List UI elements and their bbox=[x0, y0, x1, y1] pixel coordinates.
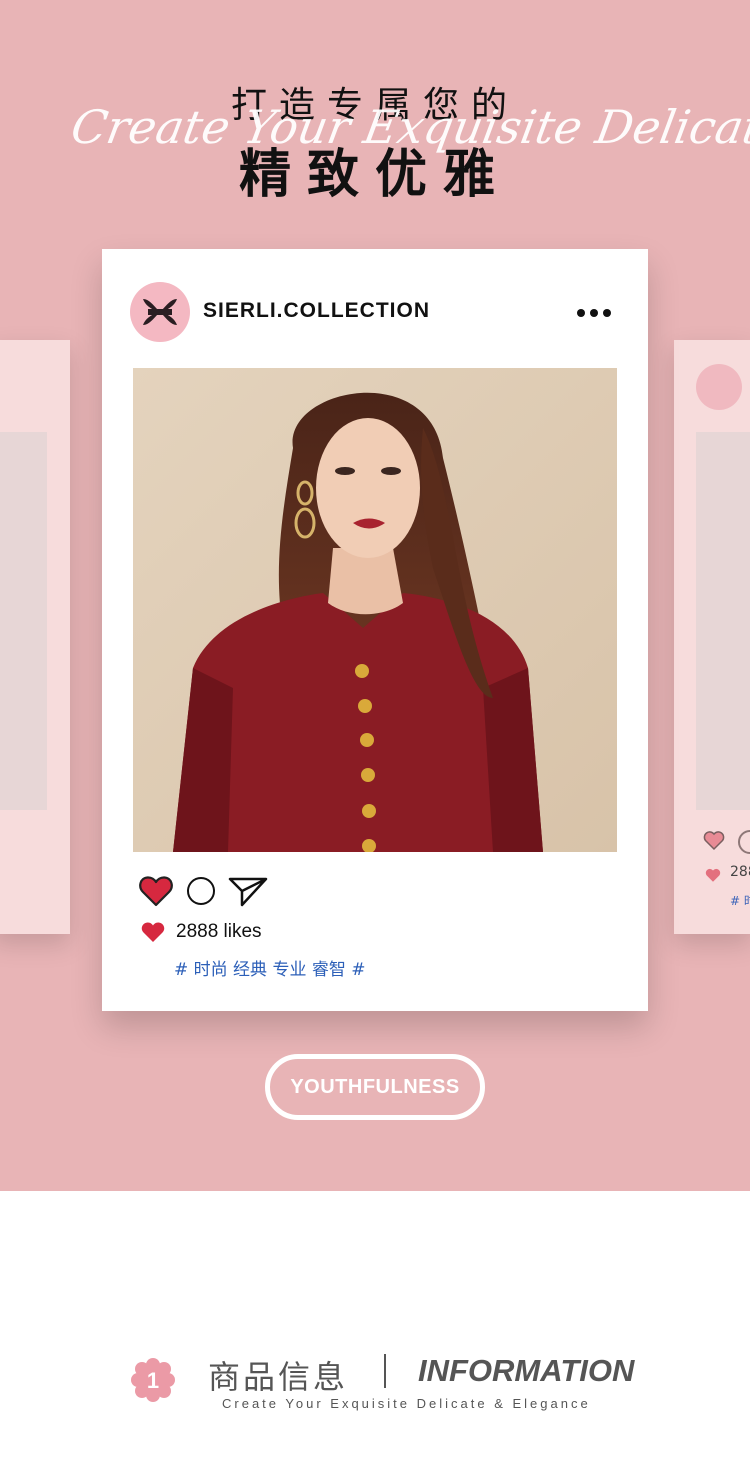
side-card-left-image bbox=[0, 432, 47, 810]
brand-avatar[interactable] bbox=[130, 282, 190, 342]
info-number: 1 bbox=[147, 1368, 159, 1393]
hashtags[interactable]: # 时尚 经典 专业 睿智 # bbox=[174, 955, 366, 980]
more-options-button[interactable] bbox=[574, 301, 614, 325]
comment-icon bbox=[738, 830, 750, 854]
dot bbox=[590, 309, 598, 317]
post-photo bbox=[133, 368, 617, 852]
dot bbox=[577, 309, 585, 317]
dot bbox=[603, 309, 611, 317]
heart-icon bbox=[705, 868, 721, 882]
brand-logo-icon bbox=[143, 299, 177, 325]
side-likes-text: 288 bbox=[730, 864, 750, 880]
side-tags-text: # 时 bbox=[730, 894, 750, 908]
account-handle[interactable]: SIERLI.COLLECTION bbox=[203, 299, 430, 323]
info-title-cn: 商品信息 bbox=[208, 1358, 349, 1396]
heart-icon bbox=[141, 922, 165, 942]
send-icon[interactable] bbox=[228, 875, 268, 909]
post-card: SIERLI.COLLECTION 2888 likes # 时尚 经典 专业 … bbox=[102, 249, 648, 1011]
heart-icon bbox=[703, 831, 725, 851]
side-card-left bbox=[0, 340, 70, 934]
hero-section: 打造专属您的 Create Your Exquisite Delicate & … bbox=[0, 0, 750, 1191]
info-subtitle: Create Your Exquisite Delicate & Eleganc… bbox=[222, 1396, 591, 1411]
info-title-en: INFORMATION bbox=[418, 1353, 635, 1388]
side-card-right-image bbox=[696, 432, 750, 810]
comment-icon[interactable] bbox=[187, 877, 215, 905]
like-heart-icon[interactable] bbox=[138, 874, 174, 908]
title-main: 精致优雅 bbox=[238, 145, 511, 205]
youthfulness-button[interactable]: YOUTHFULNESS bbox=[265, 1054, 485, 1120]
brand-logo-icon bbox=[696, 364, 742, 410]
title-divider bbox=[384, 1354, 386, 1388]
side-card-right: 288 # 时 bbox=[674, 340, 750, 934]
number-flower-icon: 1 bbox=[131, 1358, 175, 1402]
likes-count: 2888 likes bbox=[176, 921, 262, 942]
